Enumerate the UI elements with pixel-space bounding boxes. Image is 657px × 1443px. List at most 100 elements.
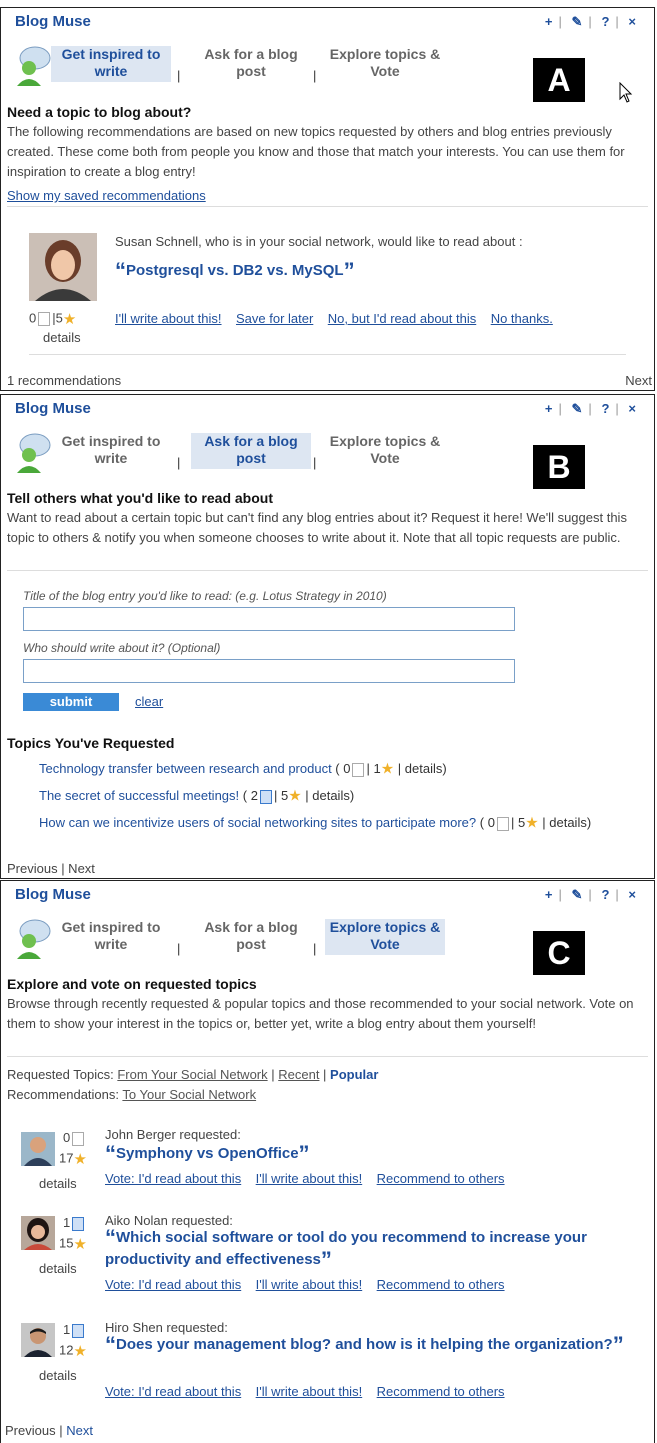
details-link[interactable]: details — [39, 1176, 77, 1191]
filter-social-link[interactable]: From Your Social Network — [117, 1067, 267, 1082]
mouse-cursor-icon — [619, 82, 633, 103]
panel-description: Want to read about a certain topic but c… — [7, 510, 627, 545]
write-about-this-link[interactable]: I'll write about this! — [256, 1171, 363, 1186]
details-link[interactable]: details — [43, 330, 81, 345]
add-icon[interactable]: + — [545, 401, 553, 416]
requester-text: John Berger requested: — [105, 1127, 241, 1142]
help-icon[interactable]: ? — [601, 14, 609, 29]
tab-explore[interactable]: Explore topics & Vote — [325, 919, 445, 955]
documents-icon — [72, 1216, 85, 1231]
tab-explore[interactable]: Explore topics & Vote — [325, 433, 445, 469]
next-link[interactable]: Next — [66, 1423, 93, 1438]
previous-link[interactable]: Previous | — [5, 1423, 63, 1438]
tab-ask[interactable]: Ask for a blog post — [191, 919, 311, 955]
widget-title: Blog Muse — [15, 886, 91, 903]
clear-link[interactable]: clear — [135, 694, 163, 709]
tab-ask[interactable]: Ask for a blog post — [191, 46, 311, 82]
write-about-this-link[interactable]: I'll write about this! — [256, 1277, 363, 1292]
requester-text: Susan Schnell, who is in your social net… — [115, 234, 523, 249]
panel-description: The following recommendations are based … — [7, 124, 625, 179]
avatar — [21, 1216, 55, 1250]
documents-icon — [259, 789, 272, 804]
recommendation-count: 1 recommendations — [7, 373, 122, 388]
topic-title[interactable]: “Does your management blog? and how is i… — [105, 1334, 645, 1356]
would-read-link[interactable]: No, but I'd read about this — [328, 311, 476, 326]
tab-separator: | — [313, 68, 317, 83]
details-link[interactable]: details — [39, 1368, 77, 1383]
document-icon — [496, 816, 509, 831]
avatar — [21, 1323, 55, 1357]
topic-stats: 0 |5★ — [29, 310, 77, 328]
star-icon: ★ — [73, 1343, 87, 1360]
widget-title: Blog Muse — [15, 400, 91, 417]
avatar — [21, 1132, 55, 1166]
tab-get-inspired[interactable]: Get inspired to write — [51, 919, 171, 955]
tab-explore[interactable]: Explore topics & Vote — [325, 46, 445, 82]
requested-topic-link[interactable]: How can we incentivize users of social n… — [39, 815, 476, 830]
filter-recent-link[interactable]: Recent — [278, 1067, 319, 1082]
no-thanks-link[interactable]: No thanks. — [491, 311, 553, 326]
divider — [29, 354, 626, 355]
close-icon[interactable]: × — [628, 401, 636, 416]
filter-popular-link[interactable]: Popular — [330, 1067, 378, 1082]
who-field-label: Who should write about it? (Optional) — [23, 641, 221, 655]
panel-letter: C — [533, 931, 585, 975]
edit-icon[interactable]: ✎ — [572, 401, 583, 417]
tab-get-inspired[interactable]: Get inspired to write — [51, 46, 171, 82]
vote-read-link[interactable]: Vote: I'd read about this — [105, 1277, 241, 1292]
tab-ask[interactable]: Ask for a blog post — [191, 433, 311, 469]
add-icon[interactable]: + — [545, 887, 553, 902]
title-input[interactable] — [23, 607, 515, 631]
requested-topic-link[interactable]: The secret of successful meetings! — [39, 788, 239, 803]
panel-get-inspired: Blog Muse + | ✎ | ? | × Get inspired to wri… — [0, 7, 655, 391]
who-input[interactable] — [23, 659, 515, 683]
recommend-link[interactable]: Recommend to others — [377, 1384, 505, 1399]
write-about-this-link[interactable]: I'll write about this! — [256, 1384, 363, 1399]
doc-count: 0 — [63, 1130, 86, 1146]
recs-social-link[interactable]: To Your Social Network — [122, 1087, 256, 1102]
vote-read-link[interactable]: Vote: I'd read about this — [105, 1384, 241, 1399]
edit-icon[interactable]: ✎ — [572, 14, 583, 30]
recommend-link[interactable]: Recommend to others — [377, 1171, 505, 1186]
close-icon[interactable]: × — [628, 887, 636, 902]
doc-count: 1 — [63, 1215, 86, 1231]
help-icon[interactable]: ? — [601, 887, 609, 902]
tab-get-inspired[interactable]: Get inspired to write — [51, 433, 171, 469]
topic-title[interactable]: “Which social software or tool do you re… — [105, 1227, 654, 1271]
widget-controls: + | ✎ | ? | × — [544, 14, 636, 30]
details-link[interactable]: details — [312, 788, 350, 803]
help-icon[interactable]: ? — [601, 401, 609, 416]
next-link[interactable]: Next — [625, 373, 652, 388]
requester-text: Aiko Nolan requested: — [105, 1213, 233, 1228]
topic-title[interactable]: “Symphony vs OpenOffice” — [105, 1141, 310, 1167]
write-about-this-link[interactable]: I'll write about this! — [115, 311, 222, 326]
divider — [7, 206, 648, 207]
requester-text: Hiro Shen requested: — [105, 1320, 228, 1335]
submit-button[interactable]: submit — [23, 693, 119, 711]
edit-icon[interactable]: ✎ — [572, 887, 583, 903]
topic-title[interactable]: “Postgresql vs. DB2 vs. MySQL” — [115, 258, 355, 284]
documents-icon — [72, 1323, 85, 1338]
details-link[interactable]: details — [39, 1261, 77, 1276]
star-icon: ★ — [525, 814, 539, 832]
list-item: Technology transfer between research and… — [39, 760, 447, 778]
close-icon[interactable]: × — [628, 14, 636, 29]
requested-topic-link[interactable]: Technology transfer between research and… — [39, 761, 332, 776]
save-for-later-link[interactable]: Save for later — [236, 311, 313, 326]
details-link[interactable]: details — [549, 815, 587, 830]
pager[interactable]: Previous | Next — [7, 861, 95, 876]
add-icon[interactable]: + — [545, 14, 553, 29]
divider — [7, 1056, 648, 1057]
action-links: Vote: I'd read about this I'll write abo… — [105, 1277, 645, 1292]
divider — [7, 570, 648, 571]
recommend-link[interactable]: Recommend to others — [377, 1277, 505, 1292]
vote-read-link[interactable]: Vote: I'd read about this — [105, 1171, 241, 1186]
panel-heading: Explore and vote on requested topics — [7, 976, 257, 992]
star-icon: ★ — [73, 1236, 87, 1253]
details-link[interactable]: details — [405, 761, 443, 776]
title-field-label: Title of the blog entry you'd like to re… — [23, 589, 387, 603]
show-saved-link[interactable]: Show my saved recommendations — [7, 188, 206, 203]
widget-titlebar: Blog Muse + | ✎ | ? | × — [1, 881, 654, 909]
requested-heading: Topics You've Requested — [7, 735, 175, 751]
widget-titlebar: Blog Muse + | ✎ | ? | × — [1, 395, 654, 423]
